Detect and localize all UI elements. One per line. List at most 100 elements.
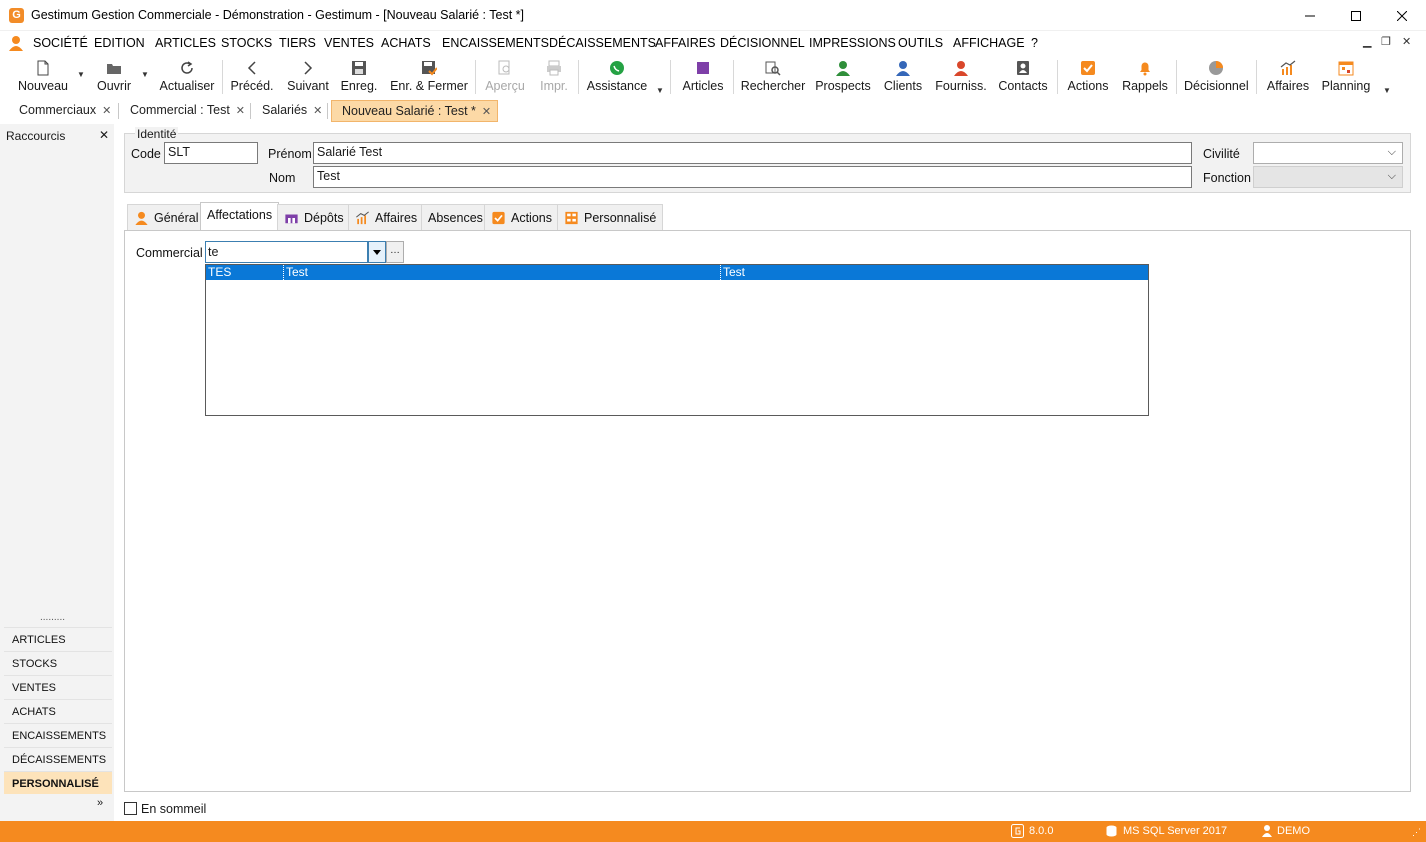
enregistrer-fermer-button[interactable]: Enr. & Fermer [389, 58, 469, 96]
menu-outils[interactable]: OUTILS [898, 36, 943, 50]
commercial-input[interactable]: te [205, 241, 368, 263]
doctab-salaries[interactable]: Salariés ✕ [252, 100, 328, 122]
commercial-dropdown-button[interactable] [368, 241, 386, 263]
sidebar-item-achats[interactable]: ACHATS [4, 699, 112, 722]
resize-grip-icon[interactable]: ⋰ [1412, 827, 1421, 838]
menu-stocks[interactable]: STOCKS [221, 36, 272, 50]
close-tab-icon[interactable]: ✕ [313, 105, 322, 117]
fonction-label: Fonction [1203, 171, 1251, 185]
commercial-dropdown-list [205, 264, 1149, 416]
maximize-button[interactable] [1333, 0, 1379, 31]
menu-decisionnel[interactable]: DÉCISIONNEL [720, 36, 805, 50]
server-text: MS SQL Server 2017 [1123, 825, 1228, 837]
rappels-button[interactable]: Rappels [1121, 58, 1169, 96]
calendar-icon [1338, 61, 1354, 76]
tab-absences[interactable]: Absences [421, 204, 490, 230]
sidebar-more-icon[interactable]: » [97, 797, 103, 809]
clients-label: Clients [883, 79, 923, 93]
civilite-select[interactable]: ⌵ [1253, 142, 1403, 164]
actions-button[interactable]: Actions [1065, 58, 1111, 96]
doctab-nouveau-salarie[interactable]: Nouveau Salarié : Test * ✕ [331, 100, 499, 122]
toolbar-overflow-icon[interactable]: ▼ [1383, 86, 1391, 95]
code-field[interactable]: SLT [164, 142, 258, 164]
menu-ventes[interactable]: VENTES [324, 36, 374, 50]
folder-icon [107, 64, 121, 74]
enregistrer-button[interactable]: Enreg. [339, 58, 379, 96]
menu-tiers[interactable]: TIERS [279, 36, 316, 50]
tab-affaires[interactable]: Affaires [348, 204, 425, 230]
doctab-label: Nouveau Salarié : Test * [342, 104, 476, 118]
mdi-minimize-icon[interactable]: ▁ [1363, 35, 1371, 48]
en-sommeil-checkbox[interactable] [124, 802, 137, 815]
assistance-button[interactable]: Assistance [586, 58, 648, 96]
imprimer-button[interactable]: Impr. [536, 58, 572, 96]
ouvrir-dropdown-icon[interactable]: ▼ [141, 70, 149, 79]
planning-button[interactable]: Planning [1320, 58, 1372, 96]
tab-depots[interactable]: Dépôts [277, 204, 351, 230]
menu-societe[interactable]: SOCIÉTÉ [33, 36, 88, 50]
prenom-field[interactable]: Salarié Test [313, 142, 1192, 164]
ouvrir-button[interactable]: Ouvrir [94, 58, 134, 96]
prospects-label: Prospects [815, 79, 871, 93]
affaires-button[interactable]: Affaires [1265, 58, 1311, 96]
en-sommeil-label: En sommeil [141, 802, 207, 816]
clients-button[interactable]: Clients [881, 58, 925, 96]
preview-icon [498, 60, 510, 75]
ouvrir-label: Ouvrir [96, 79, 132, 93]
doctab-commerciaux[interactable]: Commerciaux ✕ [9, 100, 117, 122]
contacts-button[interactable]: Contacts [997, 58, 1049, 96]
tab-actions[interactable]: Actions [484, 204, 559, 230]
menu-encaissements[interactable]: ENCAISSEMENTS [442, 36, 549, 50]
suivant-button[interactable]: Suivant [285, 58, 331, 96]
mdi-restore-icon[interactable]: ❐ [1381, 35, 1391, 48]
menu-affaires[interactable]: AFFAIRES [655, 36, 715, 50]
menu-affichage[interactable]: AFFICHAGE [953, 36, 1025, 50]
sidebar-resize-grip[interactable]: ......... [40, 612, 65, 623]
commercial-browse-button[interactable]: … [386, 241, 404, 263]
articles-icon [697, 62, 709, 74]
decisionnel-button[interactable]: Décisionnel [1184, 58, 1249, 96]
nouveau-dropdown-icon[interactable]: ▼ [77, 70, 85, 79]
articles-button[interactable]: Articles [680, 58, 726, 96]
menu-achats[interactable]: ACHATS [381, 36, 431, 50]
actualiser-button[interactable]: Actualiser [158, 58, 216, 96]
menu-edition[interactable]: EDITION [94, 36, 145, 50]
fournisseurs-button[interactable]: Fourniss. [934, 58, 988, 96]
menu-help[interactable]: ? [1031, 36, 1038, 50]
sidebar-item-encaissements[interactable]: ENCAISSEMENTS [4, 723, 112, 746]
apercu-button[interactable]: Aperçu [483, 58, 527, 96]
user-icon [1262, 825, 1272, 837]
sidebar-title: Raccourcis [6, 129, 66, 143]
doctab-commercial-test[interactable]: Commercial : Test ✕ [120, 100, 251, 122]
menu-articles[interactable]: ARTICLES [155, 36, 216, 50]
toolbar-separator [578, 60, 579, 94]
tab-label: Affectations [207, 208, 273, 222]
tab-label: Personnalisé [584, 211, 657, 225]
menu-decaissements[interactable]: DÉCAISSEMENTS [549, 36, 656, 50]
menu-impressions[interactable]: IMPRESSIONS [809, 36, 896, 50]
sidebar-item-personnalise[interactable]: PERSONNALISÉ [4, 771, 112, 794]
mdi-close-icon[interactable]: ✕ [1402, 35, 1411, 48]
close-button[interactable] [1379, 0, 1425, 31]
rechercher-button[interactable]: Rechercher [740, 58, 806, 96]
sidebar-item-ventes[interactable]: VENTES [4, 675, 112, 698]
sidebar-item-decaissements[interactable]: DÉCAISSEMENTS [4, 747, 112, 770]
toolbar-separator [1256, 60, 1257, 94]
close-tab-icon[interactable]: ✕ [102, 105, 111, 117]
sidebar-item-articles[interactable]: ARTICLES [4, 627, 112, 650]
sidebar-item-stocks[interactable]: STOCKS [4, 651, 112, 674]
precedent-button[interactable]: Précéd. [230, 58, 274, 96]
toolbar-overflow-icon[interactable]: ▼ [656, 86, 664, 95]
tab-personnalise[interactable]: Personnalisé [557, 204, 664, 230]
nom-field[interactable]: Test [313, 166, 1192, 188]
nouveau-button[interactable]: Nouveau [14, 58, 72, 96]
close-tab-icon[interactable]: ✕ [236, 105, 245, 117]
tab-affectations[interactable]: Affectations [200, 202, 280, 231]
actions-label: Actions [1067, 79, 1109, 93]
fonction-select[interactable]: ⌵ [1253, 166, 1403, 188]
close-tab-icon[interactable]: ✕ [482, 106, 491, 118]
prospects-button[interactable]: Prospects [815, 58, 871, 96]
minimize-button[interactable] [1287, 0, 1333, 31]
sidebar-close-icon[interactable]: ✕ [99, 128, 109, 142]
tab-general[interactable]: Général [127, 204, 206, 230]
